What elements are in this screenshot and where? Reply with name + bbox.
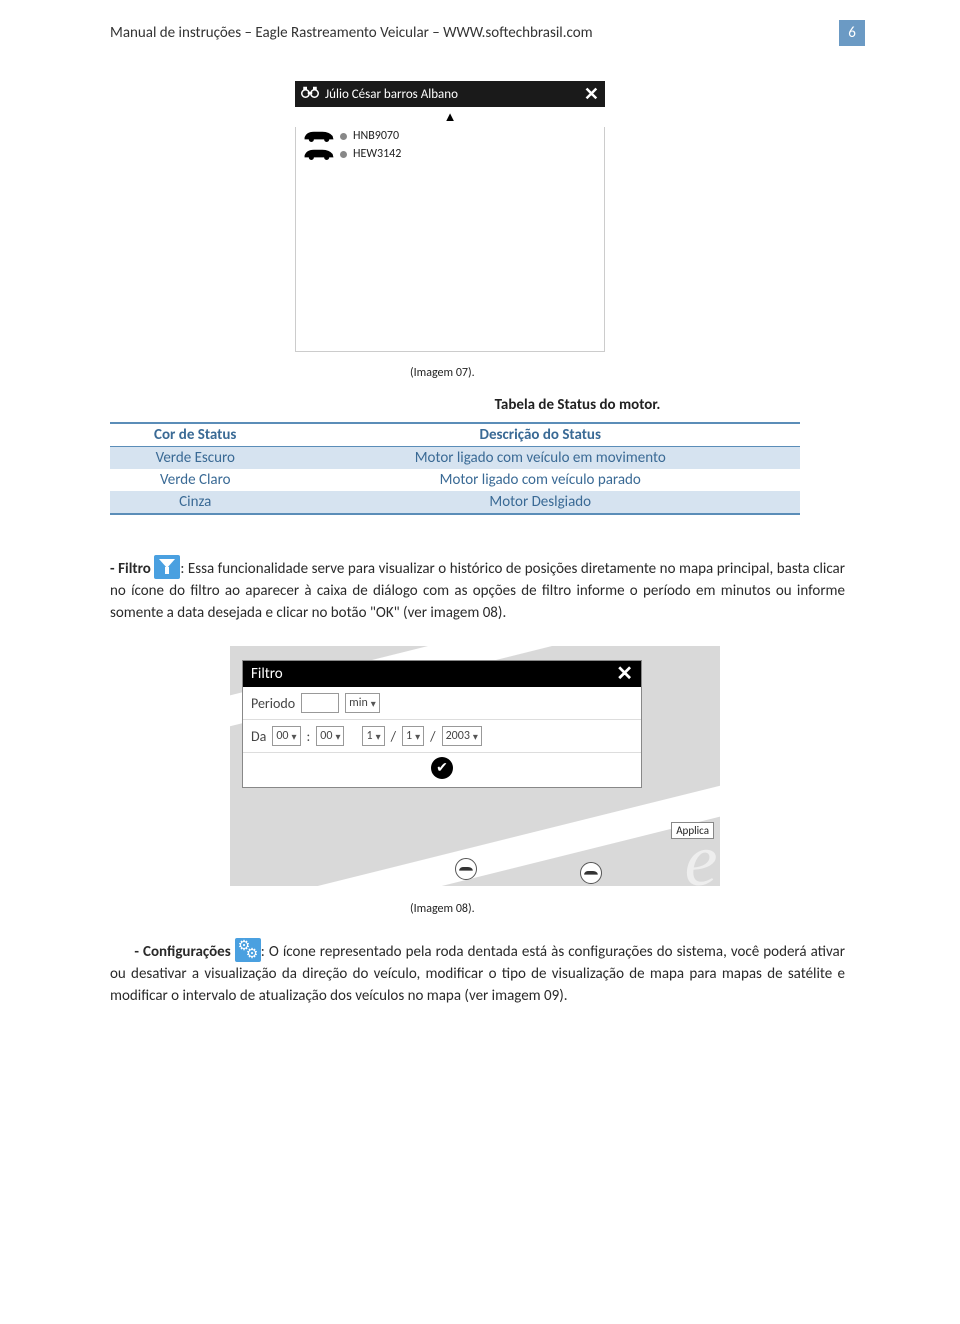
filtro-lead: - Filtro <box>110 560 151 578</box>
car-icon <box>302 129 336 143</box>
table-row: Verde Claro Motor ligado com veículo par… <box>110 469 800 491</box>
status-dot-icon <box>340 133 347 140</box>
page-number: 6 <box>839 20 865 46</box>
image-caption: (Imagem 07). <box>410 366 865 380</box>
row-periodo: Periodo min <box>243 687 641 720</box>
label-da: Da <box>251 728 266 745</box>
table-title: Tabela de Status do motor. <box>290 396 865 414</box>
vehicle-list: HNB9070 HEW3142 <box>295 127 605 352</box>
collapse-arrow-icon[interactable]: ▲ <box>295 107 605 127</box>
cell-color: Verde Claro <box>110 469 280 491</box>
table-row: Verde Escuro Motor ligado com veículo em… <box>110 447 800 470</box>
screenshot-vehicle-list: Júlio César barros Albano ✕ ▲ HNB9070 HE… <box>295 81 605 352</box>
filtro-text: : Essa funcionalidade serve para visuali… <box>110 560 845 622</box>
funnel-icon <box>154 555 180 579</box>
label-periodo: Periodo <box>251 695 295 712</box>
close-icon[interactable]: ✕ <box>616 667 633 681</box>
vehicle-list-item[interactable]: HEW3142 <box>296 145 604 163</box>
select-hour[interactable]: 00 <box>272 726 300 746</box>
car-icon <box>302 147 336 161</box>
cell-desc: Motor ligado com veículo em movimento <box>280 447 800 470</box>
binoculars-icon <box>301 85 319 103</box>
dialog-footer: ✔ <box>243 753 641 787</box>
row-date: Da 00 : 00 1 / 1 / 2003 <box>243 720 641 753</box>
gear-icon <box>235 938 261 962</box>
select-year[interactable]: 2003 <box>442 726 482 746</box>
select-minute[interactable]: 00 <box>316 726 344 746</box>
user-name: Júlio César barros Albano <box>325 87 584 102</box>
table-header-desc: Descrição do Status <box>280 423 800 447</box>
page-header: Manual de instruções – Eagle Rastreament… <box>110 20 865 46</box>
tooltip-applica: Applica <box>671 822 714 839</box>
dialog-header: Filtro ✕ <box>243 661 641 687</box>
select-unit[interactable]: min <box>345 693 380 713</box>
select-month[interactable]: 1 <box>402 726 424 746</box>
table-row: Cinza Motor Deslgiado <box>110 491 800 514</box>
table-header-color: Cor de Status <box>110 423 280 447</box>
paragraph-config: - Configurações : O ícone representado p… <box>110 938 845 1007</box>
cell-desc: Motor Deslgiado <box>280 491 800 514</box>
screenshot-filtro-dialog: ei Filtro ✕ Periodo min Da 00 : 00 <box>230 646 720 886</box>
config-lead: - Configurações <box>134 943 230 961</box>
select-day[interactable]: 1 <box>362 726 384 746</box>
filtro-dialog: Filtro ✕ Periodo min Da 00 : 00 1 / 1 / … <box>242 660 642 788</box>
ok-button[interactable]: ✔ <box>431 757 453 779</box>
cell-desc: Motor ligado com veículo parado <box>280 469 800 491</box>
panel-header: Júlio César barros Albano ✕ <box>295 81 605 107</box>
status-table: Cor de Status Descrição do Status Verde … <box>110 422 800 515</box>
paragraph-filtro: - Filtro : Essa funcionalidade serve par… <box>110 555 845 624</box>
header-title: Manual de instruções – Eagle Rastreament… <box>110 24 827 42</box>
status-dot-icon <box>340 151 347 158</box>
cell-color: Verde Escuro <box>110 447 280 470</box>
image-caption: (Imagem 08). <box>410 902 865 916</box>
vehicle-list-item[interactable]: HNB9070 <box>296 127 604 145</box>
close-icon[interactable]: ✕ <box>584 87 599 101</box>
input-periodo[interactable] <box>301 693 339 713</box>
cell-color: Cinza <box>110 491 280 514</box>
dialog-title: Filtro <box>251 665 616 683</box>
vehicle-plate: HEW3142 <box>353 147 401 161</box>
vehicle-plate: HNB9070 <box>353 129 399 143</box>
vehicle-marker-icon <box>580 862 602 884</box>
